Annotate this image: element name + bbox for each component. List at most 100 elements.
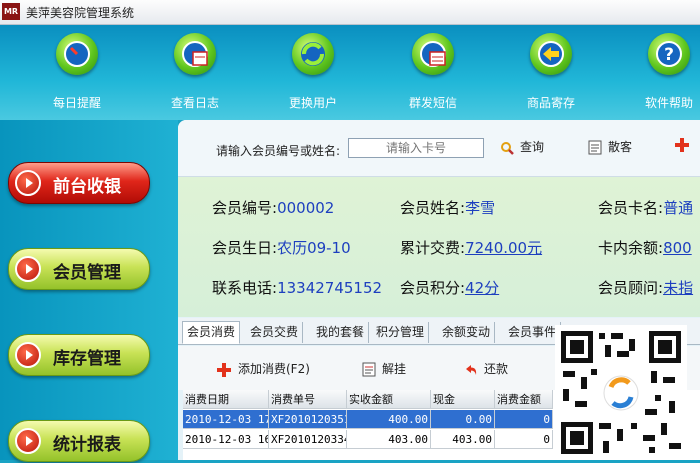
hang-button[interactable]: 解挂 bbox=[362, 360, 406, 377]
table-cell: 403.00 bbox=[347, 430, 431, 449]
qr-code-icon bbox=[555, 325, 687, 460]
toolbar-group-sms[interactable]: 群发短信 bbox=[388, 29, 478, 115]
title-bar: MR 美萍美容院管理系统 bbox=[0, 0, 700, 25]
sidebar-item-member-management[interactable]: 会员管理 bbox=[8, 248, 150, 290]
sidebar-item-front-desk-cashier[interactable]: 前台收银 bbox=[8, 162, 150, 204]
search-bar: 请输入会员编号或姓名: 查询 散客 bbox=[178, 120, 700, 177]
toolbar-label: 商品寄存 bbox=[526, 96, 575, 110]
card-number-input[interactable] bbox=[348, 138, 484, 158]
member-card-value: 普通 bbox=[663, 199, 694, 217]
guest-button[interactable]: 散客 bbox=[588, 138, 632, 158]
table-cell: 2010-12-03 16: bbox=[183, 430, 269, 449]
member-advisor-field: 会员顾问:未指 bbox=[598, 277, 693, 298]
member-info-panel: 会员编号:000002 会员姓名:李雪 会员卡名:普通 会员生日:农历09-10… bbox=[178, 177, 700, 317]
add-consumption-label: 添加消费(F2) bbox=[238, 362, 310, 376]
member-card-field: 会员卡名:普通 bbox=[598, 197, 693, 218]
member-total-link[interactable]: 7240.00元 bbox=[465, 239, 542, 257]
calendar-icon bbox=[182, 41, 208, 67]
sidebar-item-label: 会员管理 bbox=[53, 263, 121, 283]
toolbar-software-help[interactable]: ? 软件帮助 bbox=[624, 29, 700, 115]
member-advisor-link[interactable]: 未指 bbox=[663, 279, 693, 297]
sidebar: 前台收银 会员管理 库存管理 统计报表 bbox=[0, 120, 178, 462]
play-icon bbox=[15, 342, 41, 368]
return-arrow-icon bbox=[466, 364, 477, 375]
column-header[interactable]: 消费金额 bbox=[495, 390, 553, 409]
member-advisor-label: 会员顾问: bbox=[598, 279, 664, 297]
table-cell: 0 bbox=[495, 410, 553, 429]
member-balance-label: 卡内余额: bbox=[598, 239, 664, 257]
toolbar-switch-user[interactable]: 更换用户 bbox=[268, 29, 358, 115]
tab-points-management[interactable]: 积分管理 bbox=[372, 322, 430, 343]
table-cell: 403.00 bbox=[431, 430, 495, 449]
member-points-link[interactable]: 42分 bbox=[465, 279, 499, 297]
qr-code-overlay bbox=[555, 325, 687, 460]
add-button[interactable] bbox=[674, 137, 690, 157]
document-icon bbox=[588, 140, 602, 155]
sidebar-item-label: 库存管理 bbox=[53, 349, 121, 369]
refund-button[interactable]: 还款 bbox=[464, 360, 508, 377]
tab-my-package[interactable]: 我的套餐 bbox=[312, 322, 370, 343]
column-header[interactable]: 现金 bbox=[431, 390, 495, 409]
query-button[interactable]: 查询 bbox=[500, 138, 544, 158]
column-header[interactable]: 消费日期 bbox=[183, 390, 269, 409]
member-name-field: 会员姓名:李雪 bbox=[400, 197, 495, 218]
refresh-icon bbox=[301, 42, 325, 66]
member-id-value: 000002 bbox=[277, 199, 335, 217]
window-title: 美萍美容院管理系统 bbox=[26, 6, 135, 20]
member-birthday-value: 农历09-10 bbox=[277, 239, 351, 257]
search-label: 请输入会员编号或姓名: bbox=[216, 144, 341, 158]
tab-member-events[interactable]: 会员事件 bbox=[504, 322, 562, 343]
play-icon bbox=[15, 170, 41, 196]
tab-balance-change[interactable]: 余额变动 bbox=[438, 322, 496, 343]
member-id-label: 会员编号: bbox=[212, 199, 278, 217]
toolbar-goods-storage[interactable]: 商品寄存 bbox=[506, 29, 596, 115]
table-cell: XF2010120334 bbox=[269, 430, 347, 449]
member-card-label: 会员卡名: bbox=[598, 199, 664, 217]
member-balance-field: 卡内余额:800 bbox=[598, 237, 692, 258]
play-icon bbox=[15, 428, 41, 454]
column-header[interactable]: 实收金额 bbox=[347, 390, 431, 409]
table-cell: XF2010120351 bbox=[269, 410, 347, 429]
tab-member-payment[interactable]: 会员交费 bbox=[246, 322, 304, 343]
member-phone-label: 联系电话: bbox=[212, 279, 278, 297]
column-header[interactable]: 消费单号 bbox=[269, 390, 347, 409]
document-icon bbox=[362, 362, 376, 377]
sidebar-item-label: 前台收银 bbox=[53, 177, 121, 197]
member-birthday-field: 会员生日:农历09-10 bbox=[212, 237, 351, 258]
toolbar-label: 群发短信 bbox=[408, 96, 457, 110]
toolbar-label: 更换用户 bbox=[288, 96, 337, 110]
member-phone-value: 13342745152 bbox=[277, 279, 383, 297]
toolbar-label: 软件帮助 bbox=[644, 96, 693, 110]
message-icon bbox=[420, 41, 446, 67]
toolbar: 每日提醒 查看日志 更换用户 群发短信 商品寄存 ? 软件帮助 bbox=[0, 25, 700, 120]
help-icon: ? bbox=[656, 41, 682, 67]
member-phone-field: 联系电话:13342745152 bbox=[212, 277, 382, 298]
toolbar-daily-reminder[interactable]: 每日提醒 bbox=[32, 29, 122, 115]
sidebar-item-inventory-management[interactable]: 库存管理 bbox=[8, 334, 150, 376]
member-points-field: 会员积分:42分 bbox=[400, 277, 499, 298]
add-consumption-button[interactable]: 添加消费(F2) bbox=[216, 360, 310, 378]
app-logo: MR bbox=[2, 3, 20, 20]
play-icon bbox=[15, 256, 41, 282]
hang-label: 解挂 bbox=[382, 362, 407, 376]
plus-icon bbox=[675, 138, 689, 152]
member-name-label: 会员姓名: bbox=[400, 199, 466, 217]
clock-icon bbox=[64, 41, 90, 67]
table-cell: 400.00 bbox=[347, 410, 431, 429]
member-name-value: 李雪 bbox=[465, 199, 496, 217]
table-cell: 2010-12-03 17: bbox=[183, 410, 269, 429]
guest-label: 散客 bbox=[608, 140, 633, 154]
toolbar-view-log[interactable]: 查看日志 bbox=[150, 29, 240, 115]
member-total-label: 累计交费: bbox=[400, 239, 466, 257]
plus-icon bbox=[217, 362, 231, 377]
member-balance-link[interactable]: 800 bbox=[663, 239, 692, 257]
member-points-label: 会员积分: bbox=[400, 279, 466, 297]
back-arrow-icon bbox=[538, 41, 564, 67]
tab-member-consumption[interactable]: 会员消费 bbox=[182, 321, 241, 344]
sidebar-item-label: 统计报表 bbox=[53, 435, 121, 455]
table-cell: 0 bbox=[495, 430, 553, 449]
sidebar-item-statistics-report[interactable]: 统计报表 bbox=[8, 420, 150, 462]
toolbar-label: 查看日志 bbox=[170, 96, 219, 110]
member-total-field: 累计交费:7240.00元 bbox=[400, 237, 542, 258]
member-id-field: 会员编号:000002 bbox=[212, 197, 334, 218]
